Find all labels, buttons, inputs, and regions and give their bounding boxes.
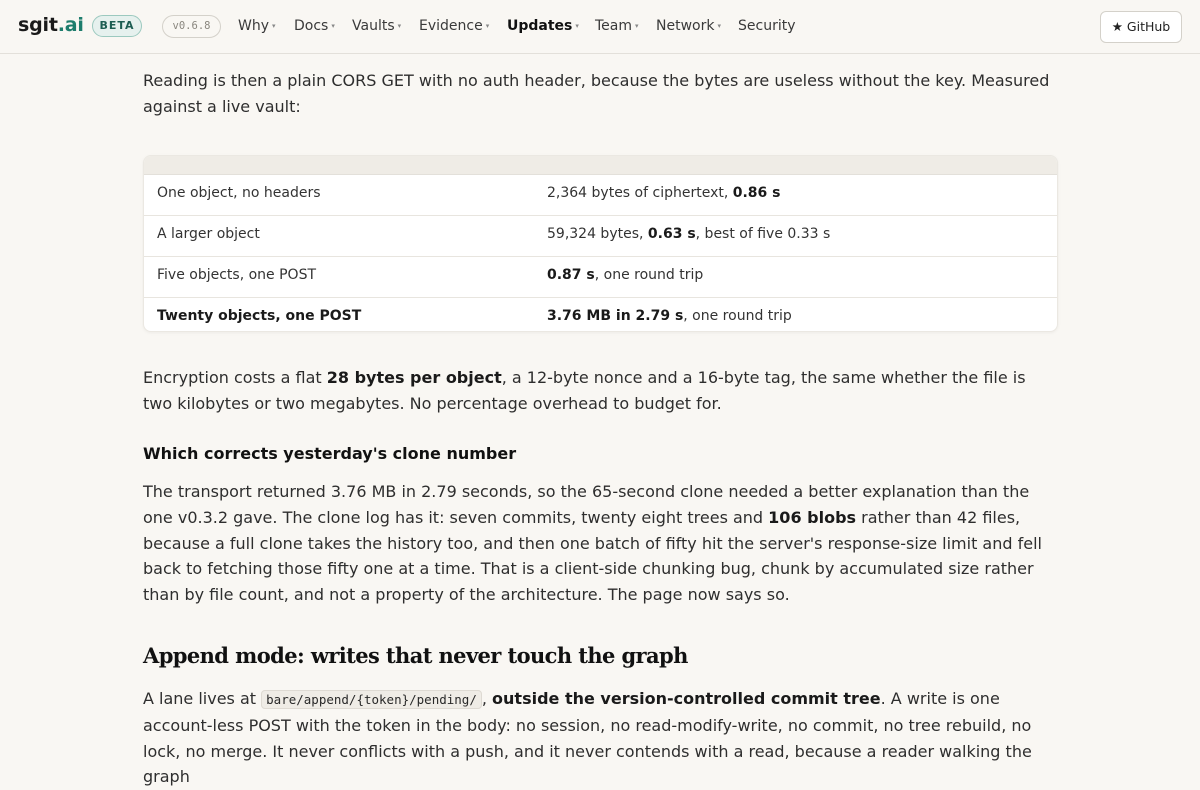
paragraph-text: , <box>481 689 493 708</box>
github-button[interactable]: ★ GitHub <box>1100 11 1182 43</box>
brand-tld: .ai <box>57 14 84 36</box>
chevron-down-icon: ▾ <box>272 22 276 30</box>
nav-item-network[interactable]: Network ▾ <box>656 18 721 34</box>
paragraph-highlight: outside the version-controlled commit tr… <box>492 689 881 708</box>
table-row: Twenty objects, one POST 3.76 MB in 2.79… <box>144 298 1057 331</box>
version-badge: v0.6.8 <box>162 15 221 38</box>
chevron-down-icon: ▾ <box>635 22 639 30</box>
value-text: 2,364 bytes of ciphertext, <box>547 185 733 201</box>
row-label: Five objects, one POST <box>157 267 317 283</box>
nav-item-why[interactable]: Why ▾ <box>238 18 276 34</box>
intro-paragraph: Reading is then a plain CORS GET with no… <box>143 71 1050 116</box>
nav-label: Evidence <box>419 18 483 34</box>
nav-item-evidence[interactable]: Evidence ▾ <box>419 18 489 34</box>
brand-logo[interactable]: sgit.ai <box>18 14 84 36</box>
nav-label: Why <box>238 18 270 34</box>
nav-item-team[interactable]: Team ▾ <box>595 18 639 34</box>
value-text: 59,324 bytes, <box>547 226 648 242</box>
row-value: 3.76 MB in 2.79 s, one round trip <box>547 308 792 324</box>
chevron-down-icon: ▾ <box>485 22 490 30</box>
chevron-down-icon: ▾ <box>331 22 335 30</box>
value-highlight: 0.63 s <box>647 226 696 242</box>
section-heading: Append mode: writes that never touch the… <box>143 643 688 668</box>
nav-label: Team <box>595 18 633 34</box>
value-text: , one round trip <box>594 267 704 283</box>
row-label: Twenty objects, one POST <box>157 308 361 324</box>
table-row: One object, no headers 2,364 bytes of ci… <box>144 175 1057 216</box>
nav-label: Docs <box>294 18 329 34</box>
paragraph-highlight: 28 bytes per object <box>326 368 502 387</box>
row-label-strong: Twenty objects, one POST <box>157 308 362 324</box>
nav-item-updates[interactable]: Updates ▾ <box>507 18 579 34</box>
measurements-table: One object, no headers 2,364 bytes of ci… <box>143 155 1058 332</box>
append-paragraph: A lane lives at bare/append/{token}/pend… <box>143 686 1058 790</box>
value-highlight: 3.76 MB in 2.79 s <box>547 308 684 324</box>
inline-code: bare/append/{token}/pending/ <box>261 690 482 709</box>
subsection-heading: Which corrects yesterday's clone number <box>143 444 517 463</box>
chevron-down-icon: ▾ <box>397 22 402 30</box>
encryption-paragraph: Encryption costs a flat 28 bytes per obj… <box>143 365 1058 417</box>
row-label: A larger object <box>157 226 260 242</box>
nav-label: Updates <box>507 18 573 34</box>
paragraph-highlight: 106 blobs <box>768 507 857 527</box>
beta-badge: BETA <box>92 15 142 37</box>
value-text: , one round trip <box>683 308 792 324</box>
chevron-down-icon: ▾ <box>717 22 721 30</box>
correction-paragraph: The transport returned 3.76 MB in 2.79 s… <box>143 479 1058 608</box>
nav-label: Network <box>656 18 715 34</box>
row-label: One object, no headers <box>157 185 321 201</box>
table-row: Five objects, one POST 0.87 s, one round… <box>144 257 1057 298</box>
nav-label: Vaults <box>352 18 395 34</box>
value-highlight: 0.87 s <box>547 267 595 283</box>
chevron-down-icon: ▾ <box>575 22 579 30</box>
table-row: A larger object 59,324 bytes, 0.63 s, be… <box>144 216 1057 257</box>
nav-item-security[interactable]: Security <box>738 18 796 34</box>
paragraph-text: Encryption costs a flat <box>143 368 327 387</box>
row-value: 0.87 s, one round trip <box>547 267 703 283</box>
table-header <box>144 156 1057 175</box>
nav-item-vaults[interactable]: Vaults ▾ <box>352 18 401 34</box>
value-text: , best of five 0.33 s <box>695 226 831 242</box>
row-value: 2,364 bytes of ciphertext, 0.86 s <box>547 185 781 201</box>
row-value: 59,324 bytes, 0.63 s, best of five 0.33 … <box>547 226 830 242</box>
top-navigation-bar: sgit.ai BETA v0.6.8 Why ▾ Docs ▾ Vaults ▾ E… <box>0 0 1200 54</box>
paragraph-text: A lane lives at <box>143 689 262 708</box>
nav-item-docs[interactable]: Docs ▾ <box>294 18 335 34</box>
brand-name: sgit <box>18 14 58 36</box>
nav-label: Security <box>738 18 796 34</box>
value-highlight: 0.86 s <box>732 185 781 201</box>
